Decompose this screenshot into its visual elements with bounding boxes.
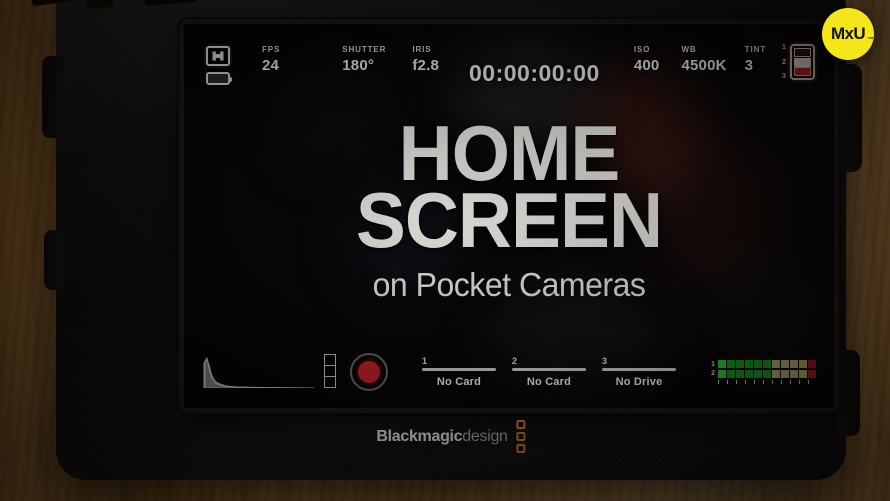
- scene: FPS 24 SHUTTER 180° IRIS f2.8 00:00:00:: [0, 0, 890, 501]
- mxu-logo-text: MxU ™: [830, 24, 874, 44]
- mxu-label: MxU: [830, 24, 866, 43]
- mxu-logo-badge[interactable]: MxU ™: [822, 8, 874, 60]
- trademark-icon: ™: [867, 37, 874, 43]
- scene-vignette: [0, 0, 890, 501]
